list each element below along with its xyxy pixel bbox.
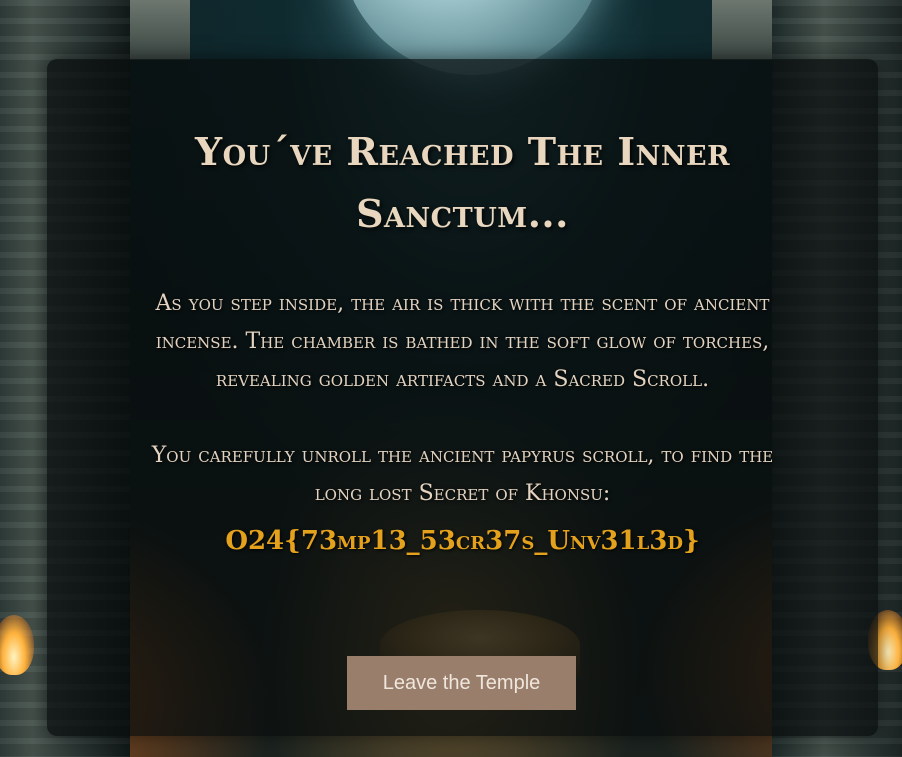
secret-flag-text: O24{73mp13_53cr37s_Unv31l3d} bbox=[225, 526, 700, 556]
intro-paragraph: As you step inside, the air is thick wit… bbox=[155, 291, 770, 392]
left-torch-flame bbox=[0, 615, 34, 675]
scroll-paragraph: You carefully unroll the ancient papyrus… bbox=[151, 443, 774, 506]
leave-temple-button[interactable]: Leave the Temple bbox=[347, 656, 576, 710]
sanctum-panel: You´ve Reached The Inner Sanctum... As y… bbox=[47, 59, 878, 736]
page-title: You´ve Reached The Inner Sanctum... bbox=[194, 129, 731, 236]
